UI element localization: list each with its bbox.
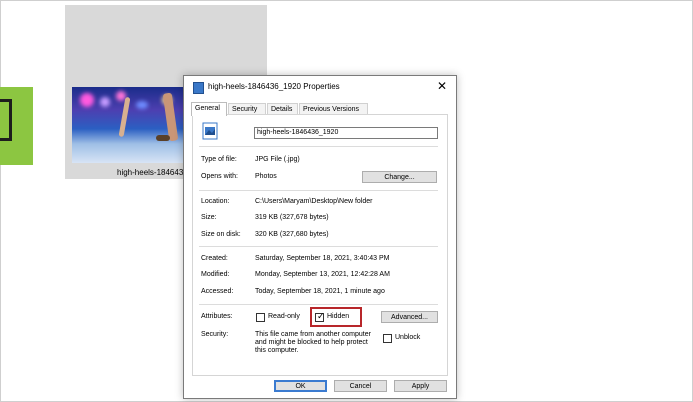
thumbnail-caption: high-heels-1846436_1920 bbox=[117, 168, 183, 177]
checkmark-icon: ✓ bbox=[317, 311, 325, 321]
apply-button[interactable]: Apply bbox=[394, 380, 447, 392]
divider bbox=[199, 304, 438, 305]
image-file-icon bbox=[202, 122, 218, 140]
size-on-disk-label: Size on disk: bbox=[201, 231, 241, 238]
advanced-button[interactable]: Advanced... bbox=[381, 311, 438, 323]
location-label: Location: bbox=[201, 198, 230, 205]
readonly-checkbox[interactable] bbox=[256, 313, 265, 322]
ok-button[interactable]: OK bbox=[274, 380, 327, 392]
change-button[interactable]: Change... bbox=[362, 171, 437, 183]
cancel-button[interactable]: Cancel bbox=[334, 380, 387, 392]
type-value: JPG File (.jpg) bbox=[255, 156, 300, 163]
accessed-label: Accessed: bbox=[201, 288, 234, 295]
attributes-label: Attributes: bbox=[201, 313, 233, 320]
close-icon[interactable]: ✕ bbox=[435, 79, 449, 93]
properties-dialog: high-heels-1846436_1920 Properties ✕ Gen… bbox=[183, 75, 457, 399]
type-label: Type of file: bbox=[201, 156, 237, 163]
opens-with-label: Opens with: bbox=[201, 173, 238, 180]
hidden-label: Hidden bbox=[327, 313, 350, 320]
modified-value: Monday, September 13, 2021, 12:42:28 AM bbox=[255, 271, 390, 278]
security-label: Security: bbox=[201, 331, 229, 338]
unblock-checkbox[interactable] bbox=[383, 334, 392, 343]
file-type-icon bbox=[193, 82, 204, 94]
filename-field[interactable]: high-heels-1846436_1920 bbox=[254, 127, 438, 139]
size-label: Size: bbox=[201, 214, 217, 221]
location-value: C:\Users\Maryam\Desktop\New folder bbox=[255, 198, 373, 205]
security-message: This file came from another computer and… bbox=[255, 331, 371, 354]
accessed-value: Today, September 18, 2021, 1 minute ago bbox=[255, 288, 385, 295]
created-label: Created: bbox=[201, 255, 228, 262]
dialog-title: high-heels-1846436_1920 Properties bbox=[208, 82, 340, 91]
hidden-checkbox[interactable]: ✓ bbox=[315, 311, 325, 322]
thumbnail-image[interactable] bbox=[72, 87, 184, 163]
opens-with-value: Photos bbox=[255, 173, 277, 180]
bracket-icon bbox=[0, 99, 12, 141]
unblock-label: Unblock bbox=[395, 334, 421, 341]
size-on-disk-value: 320 KB (327,680 bytes) bbox=[255, 231, 329, 238]
readonly-label: Read-only bbox=[268, 313, 300, 320]
green-side-tab bbox=[0, 87, 33, 165]
divider bbox=[199, 190, 438, 191]
divider bbox=[199, 246, 438, 247]
tab-general[interactable]: General bbox=[191, 102, 227, 116]
modified-label: Modified: bbox=[201, 271, 230, 278]
size-value: 319 KB (327,678 bytes) bbox=[255, 214, 329, 221]
dialog-titlebar[interactable]: high-heels-1846436_1920 Properties ✕ bbox=[184, 76, 456, 98]
created-value: Saturday, September 18, 2021, 3:40:43 PM bbox=[255, 255, 390, 262]
divider bbox=[199, 146, 438, 147]
